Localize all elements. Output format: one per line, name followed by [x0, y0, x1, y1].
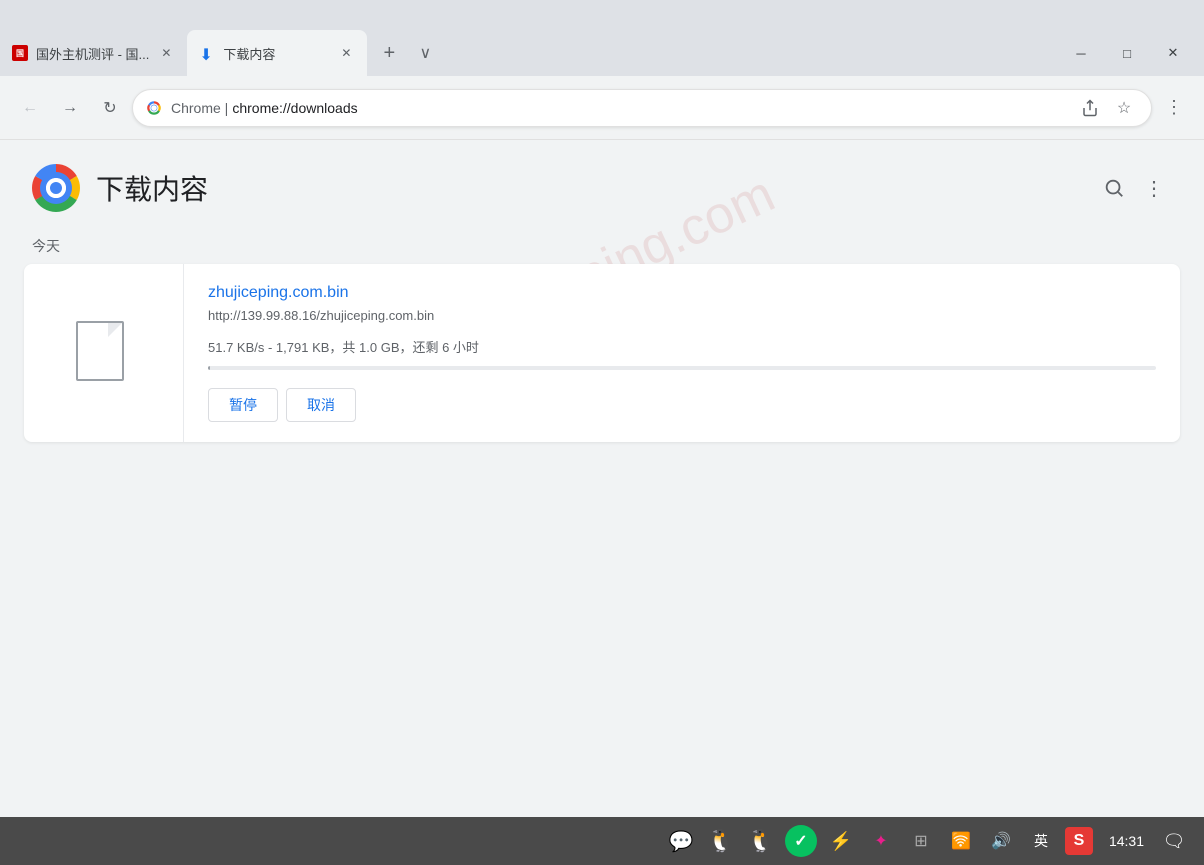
minimize-button[interactable]: ─: [1058, 30, 1104, 76]
taskbar-wechat-icon[interactable]: 💬: [665, 825, 697, 857]
taskbar-clock[interactable]: 14:31: [1101, 833, 1152, 849]
address-host: chrome://downloads: [232, 100, 357, 116]
taskbar-volume-icon[interactable]: 🔊: [985, 825, 1017, 857]
nav-bar: ← → ↻ Chrome | chrome://downloads ☆: [0, 76, 1204, 140]
taskbar-qq2-icon[interactable]: 🐧: [745, 825, 777, 857]
chrome-logo-icon: [32, 164, 80, 212]
reload-button[interactable]: ↻: [92, 90, 128, 126]
share-button[interactable]: [1075, 93, 1105, 123]
page-content: zhujiceping.com 下载内容 ⋮ 今天: [0, 140, 1204, 817]
tab-1[interactable]: 国 国外主机测评 - 国... ✕: [0, 30, 187, 76]
taskbar-check-icon[interactable]: ✓: [785, 825, 817, 857]
taskbar-bluetooth-icon[interactable]: ⚡: [825, 825, 857, 857]
taskbar-lang-icon[interactable]: 英: [1025, 825, 1057, 857]
tab1-favicon: 国: [12, 45, 28, 61]
bookmark-button[interactable]: ☆: [1109, 93, 1139, 123]
chrome-menu-button[interactable]: ⋮: [1156, 90, 1192, 126]
tab-2[interactable]: ⬇ 下载内容 ✕: [187, 30, 367, 76]
tab2-title: 下载内容: [223, 44, 329, 63]
new-tab-button[interactable]: +: [371, 35, 407, 71]
pause-download-button[interactable]: 暂停: [208, 388, 278, 422]
window-controls: ─ □ ✕: [1058, 30, 1204, 76]
cancel-download-button[interactable]: 取消: [286, 388, 356, 422]
tab2-close-button[interactable]: ✕: [337, 44, 355, 62]
back-button[interactable]: ←: [12, 90, 48, 126]
forward-button[interactable]: →: [52, 90, 88, 126]
title-bar: 国 国外主机测评 - 国... ✕ ⬇ 下载内容 ✕ + ∨ ─ □ ✕: [0, 0, 1204, 76]
tab1-close-button[interactable]: ✕: [157, 44, 175, 62]
address-scheme: Chrome |: [171, 100, 228, 116]
file-icon-fold: [108, 323, 122, 337]
download-item: zhujiceping.com.bin http://139.99.88.16/…: [24, 264, 1180, 442]
tab1-title: 国外主机测评 - 国...: [36, 44, 149, 63]
download-url: http://139.99.88.16/zhujiceping.com.bin: [208, 308, 1156, 323]
address-bar[interactable]: Chrome | chrome://downloads ☆: [132, 89, 1152, 127]
address-actions: ☆: [1075, 93, 1139, 123]
download-progress-bar: [208, 366, 1156, 370]
tab-strip: 国 国外主机测评 - 国... ✕ ⬇ 下载内容 ✕ + ∨: [0, 0, 443, 76]
maximize-button[interactable]: □: [1104, 30, 1150, 76]
file-icon-body: [76, 321, 124, 381]
search-downloads-button[interactable]: [1096, 170, 1132, 206]
nav-right: ⋮: [1156, 90, 1192, 126]
taskbar-notification-button[interactable]: 🗨: [1160, 827, 1188, 855]
download-progress-text: 51.7 KB/s - 1,791 KB，共 1.0 GB，还剩 6 小时: [208, 337, 1156, 356]
close-button[interactable]: ✕: [1150, 30, 1196, 76]
downloads-header-actions: ⋮: [1096, 170, 1172, 206]
file-icon: [76, 321, 132, 385]
address-text: Chrome | chrome://downloads: [171, 100, 1067, 116]
taskbar-game-icon[interactable]: ✦: [865, 825, 897, 857]
tab-chevron-button[interactable]: ∨: [407, 35, 443, 71]
download-filename[interactable]: zhujiceping.com.bin: [208, 284, 1156, 302]
chrome-icon: [145, 99, 163, 117]
download-actions: 暂停 取消: [208, 388, 1156, 422]
download-file-icon-col: [24, 264, 184, 442]
download-progress-fill: [208, 366, 210, 370]
taskbar: 💬 🐧 🐧 ✓ ⚡ ✦ ⊞ 🛜 🔊 英 S 14:31 🗨: [0, 817, 1204, 865]
download-details: zhujiceping.com.bin http://139.99.88.16/…: [184, 264, 1180, 442]
section-today-label: 今天: [0, 228, 1204, 264]
downloads-header: 下载内容 ⋮: [0, 140, 1204, 228]
taskbar-wifi-icon[interactable]: 🛜: [945, 825, 977, 857]
downloads-page-title: 下载内容: [96, 168, 208, 208]
downloads-more-button[interactable]: ⋮: [1136, 170, 1172, 206]
taskbar-qq1-icon[interactable]: 🐧: [705, 825, 737, 857]
tab2-favicon: ⬇: [199, 45, 215, 61]
taskbar-screen-icon[interactable]: ⊞: [905, 825, 937, 857]
taskbar-sougou-icon[interactable]: S: [1065, 827, 1093, 855]
